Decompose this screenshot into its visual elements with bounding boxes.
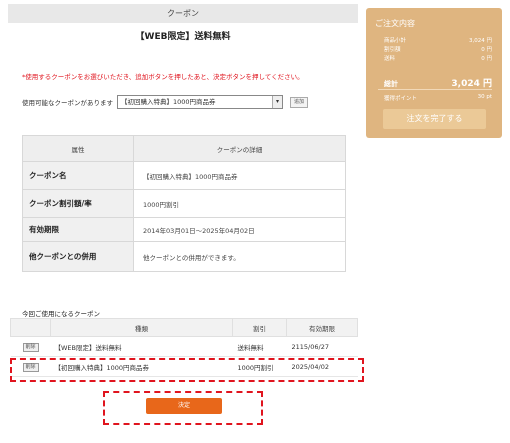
- detail-key: クーポン割引額/率: [22, 189, 134, 218]
- summary-divider: [378, 89, 492, 90]
- coupon-subtitle: 【WEB限定】送料無料: [135, 32, 231, 42]
- summary-row-subtotal: 商品小計 3,024 円: [384, 36, 492, 44]
- order-summary-title: ご注文内容: [375, 19, 415, 28]
- table-header: クーポンの詳細: [133, 135, 346, 162]
- page-title: クーポン: [8, 4, 358, 23]
- instruction-notice: *使用するクーポンをお選びいただき、追加ボタンを押したあと、決定ボタンを押してく…: [22, 73, 304, 81]
- coupon-select-label: 使用可能なクーポンがあります: [22, 99, 113, 107]
- used-coupons-caption: 今回ご使用になるクーポン: [22, 310, 100, 318]
- detail-value: 1000円割引: [133, 189, 346, 218]
- table-header: [10, 318, 51, 337]
- summary-label: 送料: [384, 56, 396, 62]
- summary-label: 割引額: [384, 47, 401, 53]
- add-coupon-button[interactable]: 追加: [290, 96, 308, 108]
- coupon-detail-table: 属性 クーポンの詳細 クーポン名 【初回購入特典】1000円商品券 クーポン割引…: [22, 135, 346, 272]
- order-summary: ご注文内容 商品小計 3,024 円 割引額 0 円 送料 0 円 総計 3,0…: [366, 8, 502, 138]
- table-header: 割引: [232, 318, 287, 337]
- delete-button[interactable]: 削除: [22, 342, 39, 352]
- summary-row-points: 獲得ポイント 30 pt: [384, 94, 492, 102]
- chevron-down-icon[interactable]: ▾: [272, 96, 282, 108]
- table-header: 属性: [22, 135, 134, 162]
- table-row: クーポン名 【初回購入特典】1000円商品券: [22, 161, 346, 190]
- detail-value: 2014年03月01日～2025年04月02日: [133, 217, 346, 242]
- coupon-discount: 送料無料: [232, 336, 287, 357]
- coupon-name: 【WEB限定】送料無料: [50, 336, 233, 357]
- table-row: 削除 【WEB限定】送料無料 送料無料 2115/06/27: [10, 336, 358, 357]
- confirm-button[interactable]: 決定: [146, 398, 222, 414]
- detail-key: 有効期限: [22, 217, 134, 242]
- coupon-select[interactable]: 【初回購入特典】1000円商品券 ▾: [117, 95, 283, 109]
- summary-value: 0 円: [481, 56, 492, 62]
- points-label: 獲得ポイント: [384, 96, 418, 102]
- points-value: 30 pt: [477, 94, 492, 100]
- detail-key: 他クーポンとの併用: [22, 241, 134, 272]
- detail-value: 【初回購入特典】1000円商品券: [133, 161, 346, 190]
- table-header: 種類: [50, 318, 233, 337]
- summary-total: 総計 3,024 円: [384, 76, 492, 89]
- summary-label: 商品小計: [384, 38, 407, 44]
- coupon-select-value: 【初回購入特典】1000円商品券: [121, 98, 216, 106]
- summary-value: 3,024 円: [469, 38, 492, 44]
- detail-value: 他クーポンとの併用ができます。: [133, 241, 346, 272]
- total-label: 総計: [384, 80, 398, 88]
- coupon-select-row: 使用可能なクーポンがあります 【初回購入特典】1000円商品券 ▾ 追加: [22, 95, 308, 109]
- table-row: 他クーポンとの併用 他クーポンとの併用ができます。: [22, 241, 346, 272]
- table-row: クーポン割引額/率 1000円割引: [22, 189, 346, 218]
- coupon-expiry: 2115/06/27: [286, 336, 358, 357]
- detail-key: クーポン名: [22, 161, 134, 190]
- total-value: 3,024 円: [451, 79, 492, 89]
- complete-order-button[interactable]: 注文を完了する: [383, 109, 486, 129]
- summary-row-discount: 割引額 0 円: [384, 45, 492, 53]
- summary-row-shipping: 送料 0 円: [384, 54, 492, 62]
- table-row: 有効期限 2014年03月01日～2025年04月02日: [22, 217, 346, 242]
- highlight-added-coupon: [10, 358, 364, 382]
- table-header: 有効期限: [286, 318, 358, 337]
- summary-value: 0 円: [481, 47, 492, 53]
